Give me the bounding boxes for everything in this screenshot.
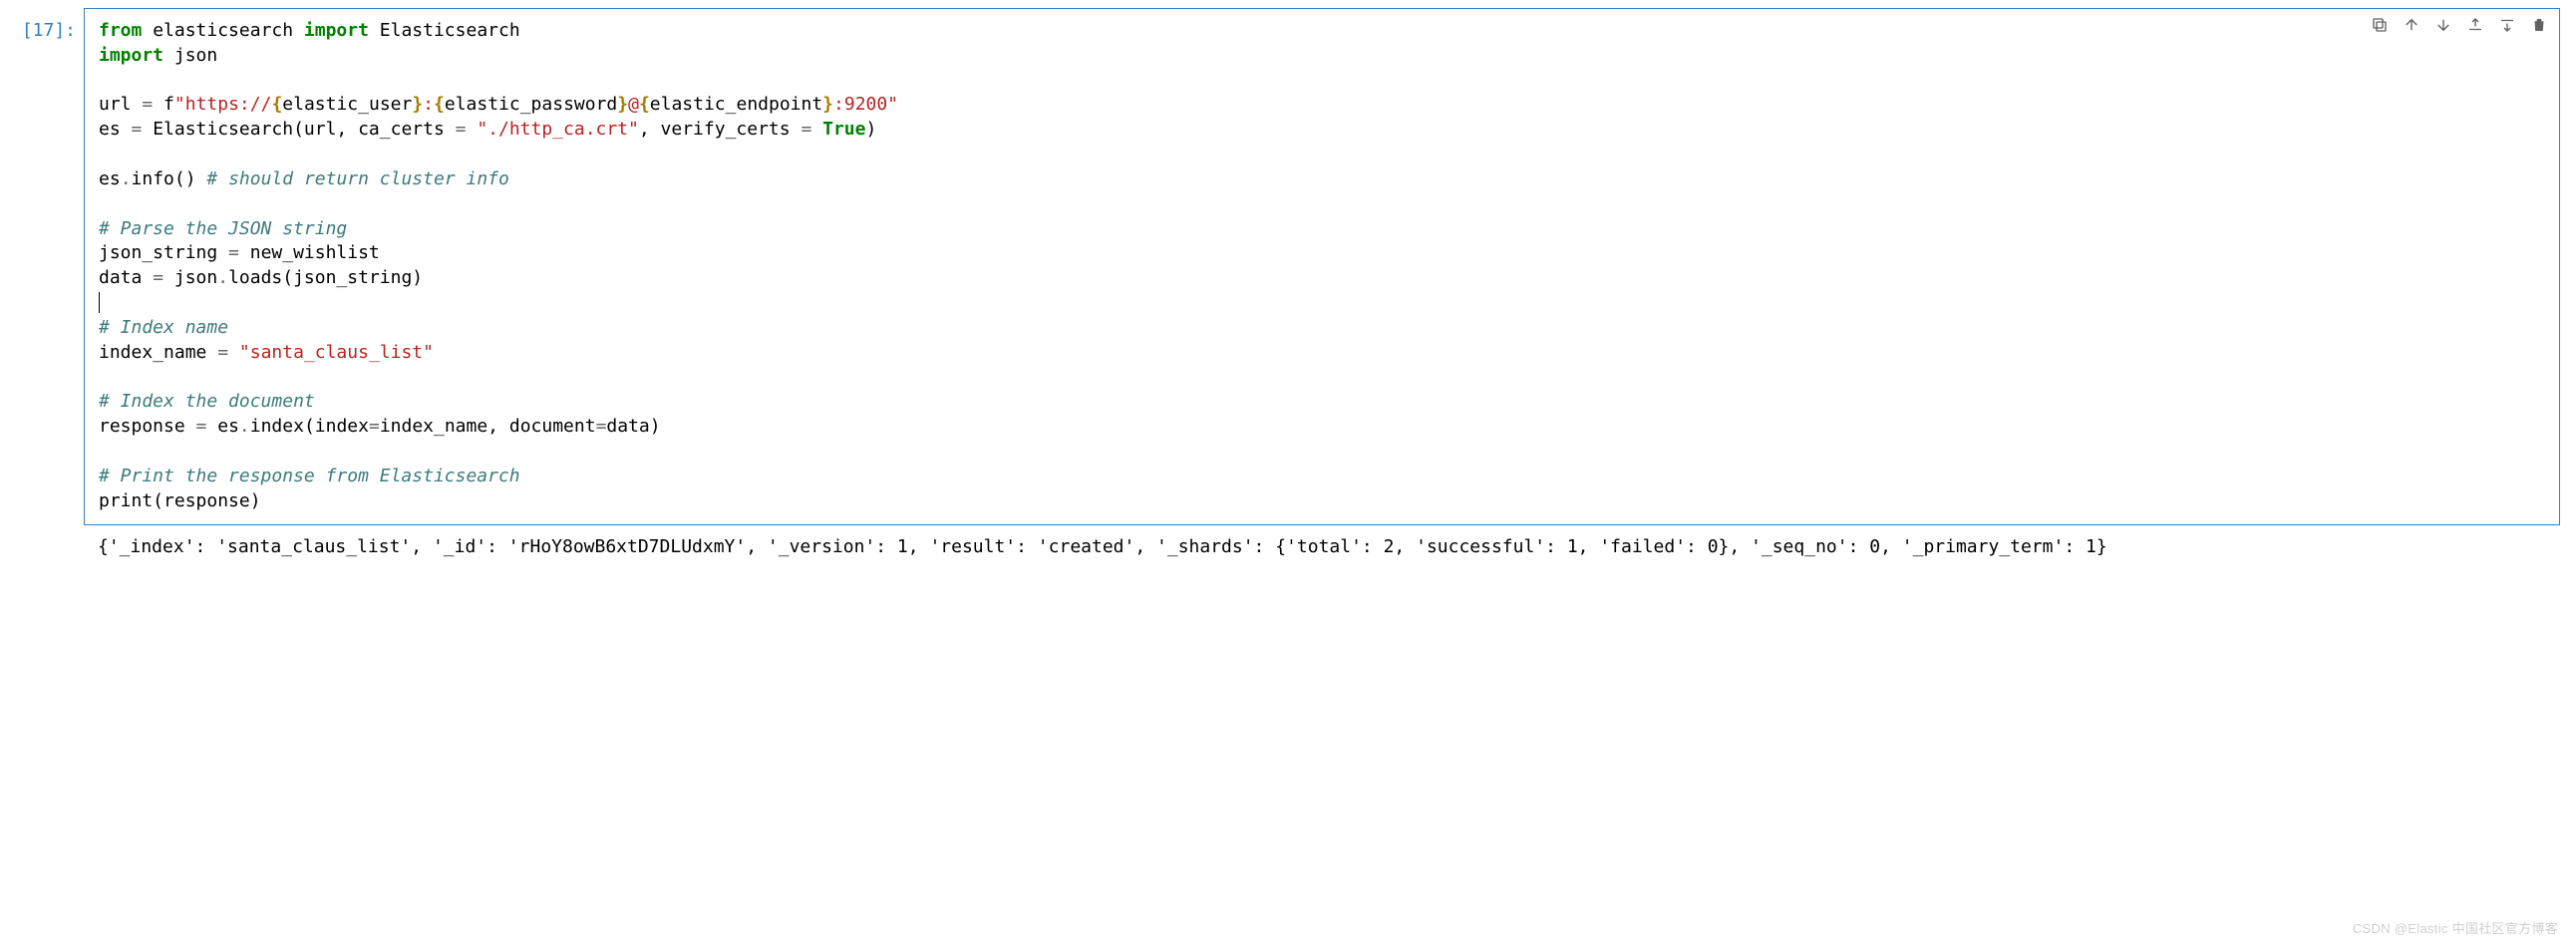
output-prompt-spacer [16,529,76,566]
comment: # should return cluster info [206,168,508,189]
keyword: import [304,20,369,41]
cell-toolbar [2370,15,2549,35]
insert-below-icon[interactable] [2497,15,2517,35]
insert-above-icon[interactable] [2465,15,2485,35]
keyword: import [99,45,163,66]
keyword: from [99,20,142,41]
move-down-icon[interactable] [2433,15,2453,35]
move-up-icon[interactable] [2402,15,2421,35]
code-editor[interactable]: from elasticsearch import Elasticsearch … [99,19,2545,514]
comment: # Index name [99,317,228,338]
comment: # Print the response from Elasticsearch [99,466,520,486]
watermark: CSDN @Elastic 中国社区官方博客 [2353,918,2558,937]
output-row: {'_index': 'santa_claus_list', '_id': 'r… [16,529,2560,566]
delete-icon[interactable] [2529,15,2549,35]
execution-prompt: [17]: [16,8,76,41]
comment: # Index the document [99,391,315,412]
text-cursor [99,292,100,314]
code-input-area[interactable]: from elasticsearch import Elasticsearch … [84,8,2560,525]
duplicate-icon[interactable] [2370,15,2390,35]
cell-output: {'_index': 'santa_claus_list', '_id': 'r… [84,529,2560,566]
code-cell: [17]: from elasticsearch import Elastics… [16,8,2560,525]
comment: # Parse the JSON string [99,218,347,239]
